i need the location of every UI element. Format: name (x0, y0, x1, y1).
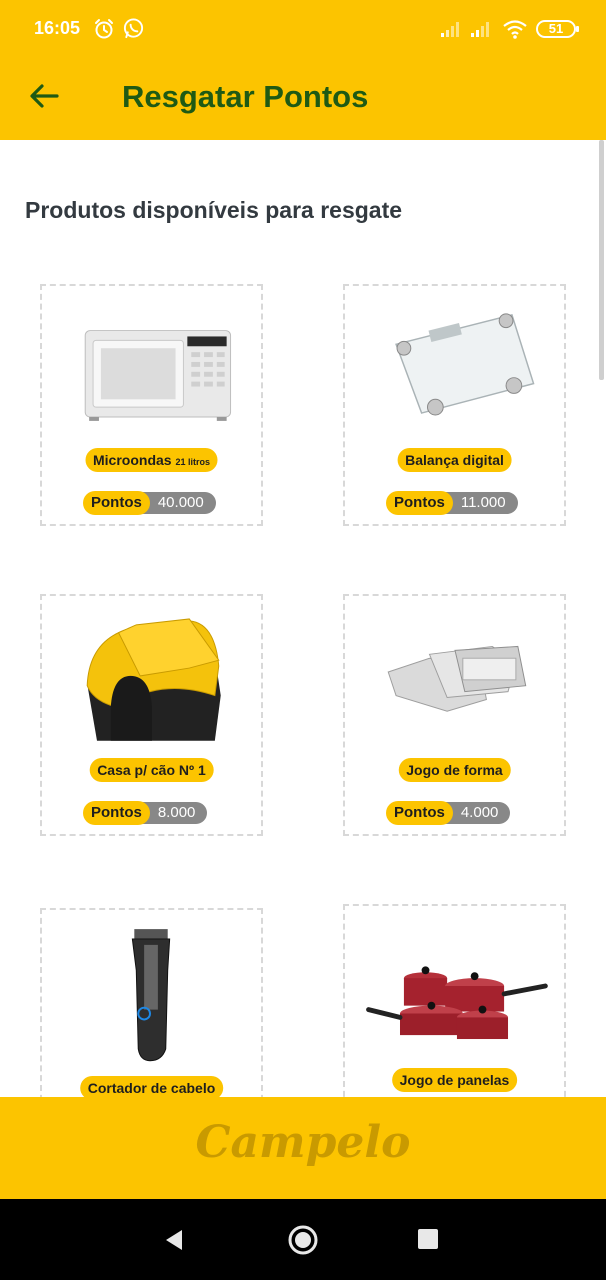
back-arrow-icon[interactable] (26, 78, 62, 114)
hair-clipper-image (131, 929, 171, 1062)
product-name: Microondas 21 litros (85, 448, 218, 472)
product-card-jogo-forma[interactable]: Jogo de forma Pontos 4.000 (343, 594, 566, 836)
nav-recents-icon[interactable] (418, 1229, 438, 1249)
points-pill: Pontos 4.000 (386, 801, 511, 825)
signal-icon (471, 22, 489, 37)
status-time: 16:05 (34, 18, 81, 38)
signal-icon (441, 22, 459, 37)
product-name: Jogo de panelas (391, 1068, 518, 1092)
points-pill: Pontos 11.000 (386, 491, 518, 515)
product-card-microondas[interactable]: Microondas 21 litros Pontos 40.000 (40, 284, 263, 526)
microwave-image (84, 330, 232, 421)
product-name: Jogo de forma (398, 758, 511, 782)
points-pill: Pontos 8.000 (83, 801, 208, 825)
section-title: Produtos disponíveis para resgate (25, 197, 403, 223)
scale-image (395, 313, 535, 416)
app-bar: Resgatar Pontos (0, 60, 606, 140)
status-bar: 16:05 51 (0, 0, 606, 60)
product-name: Casa p/ cão Nº 1 (89, 758, 214, 782)
footer-banner: Campelo (0, 1097, 606, 1199)
points-label: Pontos (83, 491, 150, 515)
product-card-balanca[interactable]: Balança digital Pontos 11.000 (343, 284, 566, 526)
whatsapp-icon (123, 18, 144, 39)
scrollbar[interactable] (599, 140, 604, 380)
alarm-icon (95, 19, 113, 39)
baking-pans-image (387, 645, 527, 712)
points-label: Pontos (83, 801, 150, 825)
points-pill: Pontos 40.000 (83, 491, 216, 515)
wifi-icon (503, 20, 527, 39)
product-card-casa-cao[interactable]: Casa p/ cão Nº 1 Pontos 8.000 (40, 594, 263, 836)
dog-house-image (86, 618, 221, 741)
product-name: Balança digital (397, 448, 512, 472)
battery-indicator: 51 (536, 20, 579, 38)
nav-back-icon[interactable] (162, 1228, 186, 1252)
points-label: Pontos (386, 801, 453, 825)
screen: 16:05 51 Resgatar Pontos Produtos dispon… (0, 0, 606, 1280)
system-nav-bar (0, 1199, 606, 1280)
points-label: Pontos (386, 491, 453, 515)
cookware-set-image (366, 966, 548, 1040)
top-bar: 16:05 51 Resgatar Pontos (0, 0, 606, 140)
brand-logo: Campelo (195, 1117, 411, 1168)
page-title: Resgatar Pontos (122, 79, 369, 114)
nav-home-icon[interactable] (287, 1224, 319, 1256)
